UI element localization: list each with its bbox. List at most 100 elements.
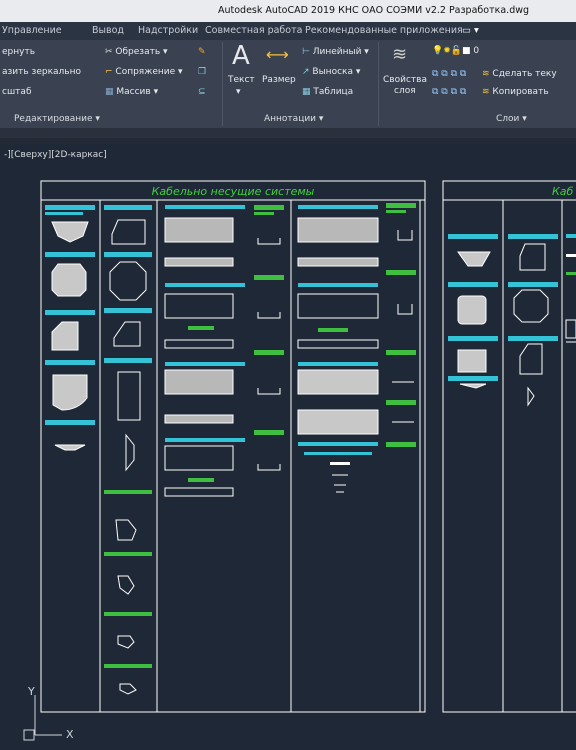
green-label-bar — [104, 664, 152, 668]
undo-button[interactable]: ернуть — [2, 46, 35, 58]
text-button[interactable]: Текст — [228, 74, 255, 86]
green-label-bar — [104, 612, 152, 616]
green-label-bar — [566, 272, 576, 275]
layer-copy-icon: ≋ — [482, 87, 493, 97]
cyan-label-bar — [104, 252, 152, 257]
perforated-tray — [164, 217, 234, 243]
copy-layer-label: Копировать — [492, 87, 549, 97]
green-label-bar — [104, 490, 152, 494]
layers-panel-label[interactable]: Слои ▾ — [496, 112, 527, 126]
fillet-button[interactable]: ⌐ Сопряжение ▾ — [105, 66, 183, 78]
cyan-label-bar — [45, 360, 95, 365]
cyan-label-bar — [448, 376, 498, 381]
pencil-icon[interactable]: ✎ — [198, 46, 206, 58]
chevron-down-icon: ▾ — [361, 47, 369, 57]
layer-tools-icon[interactable]: ⧉ ⧉ ⧉ ⧉ — [432, 86, 466, 98]
array-button[interactable]: ▦ Массив ▾ — [105, 86, 158, 98]
mirror-button[interactable]: азить зеркально — [2, 66, 81, 78]
perforated-tray — [164, 369, 234, 395]
perforated-tray — [297, 217, 379, 243]
green-label-bar — [386, 350, 416, 355]
modify-panel-label[interactable]: Редактирование ▾ — [14, 112, 100, 126]
chevron-down-icon: ▾ — [160, 47, 168, 57]
green-label-bar — [188, 478, 214, 482]
make-current-label: Сделать теку — [492, 69, 557, 79]
scale-button[interactable]: сштаб — [2, 86, 32, 98]
cyan-label-bar — [298, 362, 378, 366]
array-label: Массив — [116, 87, 151, 97]
tab-collaborate[interactable]: Совместная работа — [205, 22, 302, 40]
autocad-window: Autodesk AutoCAD 2019 КНС ОАО СОЭМИ v2.2… — [0, 0, 576, 750]
cyan-label-bar — [104, 308, 152, 313]
cyan-label-bar — [508, 336, 558, 341]
lock-icon: 🔓 — [450, 46, 462, 56]
linear-dim-icon: ⊢ — [302, 47, 313, 57]
cyan-label-bar — [165, 283, 245, 287]
dimension-icon[interactable]: ⟷ — [266, 44, 289, 66]
copy-layer-button[interactable]: ≋ Копировать — [482, 86, 549, 98]
lightbulb-icon: 💡 — [432, 46, 444, 56]
cyan-label-bar — [298, 283, 378, 287]
offset-icon[interactable]: ⊆ — [198, 86, 206, 98]
linear-button[interactable]: ⊢ Линейный ▾ — [302, 46, 369, 58]
separator — [222, 42, 223, 126]
viewport-controls[interactable]: -][Сверху][2D-каркас] — [4, 150, 107, 160]
window-title: Autodesk AutoCAD 2019 КНС ОАО СОЭМИ v2.2… — [218, 5, 530, 16]
cyan-label-bar — [104, 205, 152, 210]
array-icon: ▦ — [105, 87, 117, 97]
sun-icon: ✹ — [443, 46, 451, 56]
copy-icon[interactable]: ❐ — [198, 66, 206, 78]
tab-addins[interactable]: Надстройки — [138, 22, 198, 40]
linear-label: Линейный — [312, 47, 362, 57]
color-swatch-icon: ■ — [461, 46, 471, 56]
drawing-svg[interactable]: Кабельно несущие системы Каб Y X — [0, 144, 576, 750]
layer-properties-label-2[interactable]: слоя — [394, 85, 416, 97]
cyan-label-bar — [165, 362, 245, 366]
green-label-bar — [104, 552, 152, 556]
tab-featured-apps[interactable]: Рекомендованные приложения — [305, 22, 463, 40]
green-label-bar — [386, 210, 406, 213]
chevron-down-icon: ▾ — [175, 67, 183, 77]
sheet-1-title: Кабельно несущие системы — [152, 185, 315, 198]
leader-icon: ↗ — [302, 67, 313, 77]
green-label-bar — [386, 400, 416, 405]
layer-tools-icon[interactable]: ⧉ ⧉ ⧉ ⧉ — [432, 68, 466, 80]
separator — [378, 42, 379, 126]
annotation-panel-label[interactable]: Аннотации ▾ — [264, 112, 323, 126]
drawing-canvas[interactable]: Кабельно несущие системы Каб Y X — [0, 144, 576, 750]
ribbon-tabs: Управление Вывод Надстройки Совместная р… — [0, 22, 576, 40]
cyan-label-bar — [45, 212, 83, 215]
tab-manage[interactable]: Управление — [2, 22, 62, 40]
ucs-y-label: Y — [27, 685, 35, 698]
leader-button[interactable]: ↗ Выноска ▾ — [302, 66, 360, 78]
layer-dropdown[interactable]: 💡✹🔓■ 0 — [432, 45, 479, 57]
sheet-2-title: Каб — [552, 185, 574, 198]
dimension-button[interactable]: Размер — [262, 74, 296, 86]
cyan-label-bar — [304, 452, 372, 455]
cyan-label-bar — [45, 205, 95, 210]
cyan-label-bar — [165, 205, 245, 209]
green-label-bar — [254, 430, 284, 435]
file-tab-strip — [0, 128, 576, 138]
tab-extra-icon[interactable]: ▭ ▾ — [462, 22, 479, 40]
green-label-bar — [254, 205, 284, 210]
chevron-down-icon[interactable]: ▾ — [236, 86, 241, 98]
cyan-label-bar — [298, 442, 378, 446]
cyan-label-bar — [448, 282, 498, 287]
solid-cover — [297, 409, 379, 435]
table-label: Таблица — [313, 87, 354, 97]
title-bar: Autodesk AutoCAD 2019 КНС ОАО СОЭМИ v2.2… — [0, 0, 576, 22]
make-current-button[interactable]: ≋ Сделать теку — [482, 68, 557, 80]
small-part — [566, 254, 576, 257]
green-label-bar — [386, 203, 416, 208]
layer-properties-icon[interactable]: ≋ — [392, 44, 407, 66]
cyan-label-bar — [165, 438, 245, 442]
layer-current-icon: ≋ — [482, 69, 493, 79]
perforated-tray — [164, 257, 234, 267]
text-large-icon[interactable]: A — [232, 42, 250, 70]
solid-cover — [297, 369, 379, 395]
trim-button[interactable]: ✂ Обрезать ▾ — [105, 46, 168, 58]
table-button[interactable]: ▦ Таблица — [302, 86, 353, 98]
fillet-icon: ⌐ — [105, 67, 116, 77]
tab-output[interactable]: Вывод — [92, 22, 124, 40]
